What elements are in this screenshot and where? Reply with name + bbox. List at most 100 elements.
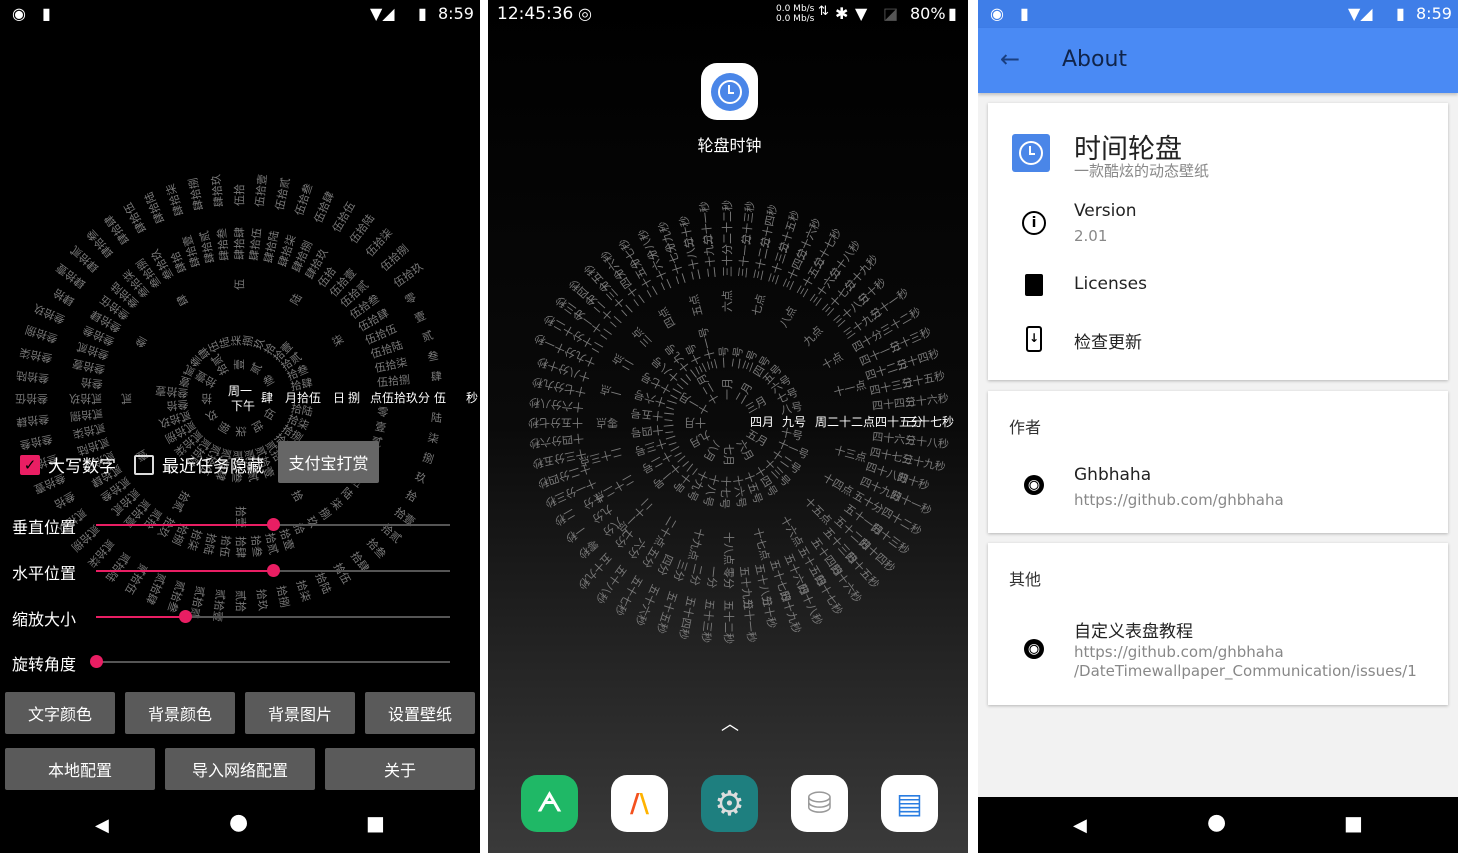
clock-ring-label: 十四分 — [550, 431, 585, 448]
slider-thumb[interactable] — [178, 610, 192, 623]
clock-ring-label: 肆拾伍 — [121, 200, 150, 236]
clock-current-month: 肆 — [261, 391, 274, 405]
check-update-row[interactable]: ↓ 检查更新 — [988, 325, 1448, 355]
clock-ring-label: 二十四秒 — [758, 203, 781, 250]
clock-ring-label: 叁 — [426, 348, 440, 364]
checkbox-unchecked-icon — [134, 454, 154, 475]
app-info-card: 时间轮盘 一款酷炫的动态壁纸 i Version 2.01 Licenses ↓… — [988, 103, 1448, 380]
clock-ring-label: 三十九秒 — [900, 452, 947, 475]
set-wallpaper-button[interactable]: 设置壁纸 — [365, 692, 475, 734]
clock-ring-label: 三十六秒 — [904, 391, 950, 410]
slider-0[interactable]: 垂直位置 — [0, 510, 480, 540]
clock-ring-label: 肆拾玖 — [209, 173, 226, 208]
slider-track[interactable] — [96, 564, 450, 577]
clock-ring-label: 叁拾陆 — [15, 368, 50, 385]
clock-ring-label: 二十秒 — [677, 214, 697, 250]
clock-ring-label: 八点 — [776, 304, 800, 330]
clock-ring-label: 十九秒 — [656, 219, 679, 255]
import-network-config-button[interactable]: 导入网络配置 — [165, 748, 315, 790]
hide-recents-checkbox[interactable]: 最近任务隐藏 — [134, 452, 264, 477]
clock-ring-label: 拾 — [403, 487, 420, 505]
clock-ring-label: 零 — [402, 290, 419, 308]
local-config-button[interactable]: 本地配置 — [5, 748, 155, 790]
author-row[interactable]: ◉ Ghbhaha https://github.com/ghbhaha — [988, 465, 1448, 515]
author-url[interactable]: https://github.com/ghbhaha — [1074, 491, 1284, 510]
slider-thumb[interactable] — [267, 564, 280, 577]
slider-track[interactable] — [90, 655, 450, 668]
slider-1[interactable]: 水平位置 — [0, 556, 480, 586]
clock-ring-label: 零 — [376, 405, 389, 420]
clock-ring-label: 壹 — [412, 309, 428, 326]
slider-track[interactable] — [96, 518, 450, 531]
dock-app-2[interactable]: /\ — [611, 775, 668, 832]
clock-ring-label: 七点 — [749, 292, 768, 318]
recents-icon[interactable]: ■ — [1344, 811, 1363, 835]
slider-3[interactable]: 旋转角度 — [0, 647, 480, 677]
clock-ring-label: 叁拾 — [80, 375, 104, 391]
tutorial-url-line2[interactable]: /DateTimewallpaper_Communication/issues/… — [1074, 662, 1417, 681]
home-icon[interactable]: ● — [1207, 810, 1226, 835]
clock-ring-label: 捌 — [215, 419, 233, 436]
back-icon[interactable]: ◀ — [1073, 815, 1087, 836]
clock-ring-label: 二秒 — [551, 505, 578, 529]
clock-ring-label: 十六分 — [550, 397, 585, 414]
page-title: About — [1062, 47, 1128, 72]
clock-ring-label: 五十四秒 — [675, 594, 698, 641]
phone-download-icon: ↓ — [1026, 326, 1042, 352]
clock-ring-label: 伍拾叁 — [292, 181, 316, 218]
slider-track[interactable] — [96, 610, 450, 623]
text-color-button[interactable]: 文字颜色 — [5, 692, 115, 734]
clock-ring-label: 拾 — [288, 488, 306, 505]
clock-ring-label: 柒 — [234, 426, 247, 437]
clock-ring-label: 贰拾捌 — [69, 406, 104, 423]
slider-thumb[interactable] — [90, 655, 103, 668]
clock-ring-label: 十九点 — [685, 526, 707, 562]
licenses-row[interactable]: Licenses — [988, 271, 1448, 301]
version-row[interactable]: i Version 2.01 — [988, 201, 1448, 251]
dock-app-4[interactable]: ⛁ — [791, 775, 848, 832]
recents-icon[interactable]: ■ — [366, 811, 385, 835]
clock-second-unit: 秒 — [466, 391, 479, 405]
status-time: 8:59 — [1416, 4, 1452, 23]
background-color-button[interactable]: 背景颜色 — [125, 692, 235, 734]
clock-ring-label: 一点 — [598, 382, 624, 401]
clock-ring-label: 叁拾伍 — [15, 392, 48, 405]
slider-fill — [96, 616, 185, 618]
clock-ring-label: 一秒 — [562, 521, 589, 546]
slider-thumb[interactable] — [267, 518, 280, 531]
dock-app-1[interactable]: ᗅ — [521, 775, 578, 832]
clock-ring-label: 二点 — [610, 350, 636, 374]
clock-ring-label: 拾壹 — [193, 367, 219, 391]
slider-fill — [96, 570, 273, 572]
github-icon: ◉ — [1024, 639, 1044, 659]
clock-current-minute: 点伍拾玖分 — [370, 391, 431, 405]
back-icon[interactable]: ◀ — [95, 815, 109, 836]
back-arrow-icon[interactable]: ← — [1000, 45, 1020, 73]
clock-ring-label: 一月 — [721, 378, 734, 400]
dock-app-3[interactable]: ⚙ — [701, 775, 758, 832]
clock-ring-label: 五十一秒 — [740, 598, 759, 644]
clock-ring-label: 零秒 — [575, 536, 601, 562]
clock-ring-label: 五秒 — [531, 453, 556, 471]
clock-current-second: 三十七秒 — [906, 415, 955, 429]
clock-ampm: 下午 — [231, 399, 256, 413]
uppercase-numbers-checkbox[interactable]: ✓ 大写数字 — [20, 452, 116, 477]
about-button[interactable]: 关于 — [325, 748, 475, 790]
alipay-donate-button[interactable]: 支付宝打赏 — [278, 441, 379, 483]
clock-ring-label: 十点 — [819, 349, 846, 373]
clock-ring-label: 叁拾叁 — [18, 432, 54, 452]
clock-ring-label: 叁拾玖 — [31, 301, 68, 327]
app-drawer-chevron-up-icon[interactable]: ︿ — [721, 710, 739, 736]
clock-ring-label: 九点 — [800, 323, 826, 349]
clock-ring-label: 肆拾陆 — [142, 190, 168, 226]
slider-2[interactable]: 缩放大小 — [0, 602, 480, 632]
tutorial-url-line1[interactable]: https://github.com/ghbhaha — [1074, 643, 1284, 662]
home-icon[interactable]: ● — [229, 810, 248, 835]
background-image-button[interactable]: 背景图片 — [245, 692, 355, 734]
clock-ring-label: 一分 — [704, 565, 720, 589]
clock-ring-label: 零点 — [596, 416, 618, 429]
file-explorer-app-icon: ▤ — [896, 787, 923, 820]
clock-ring-label: 二分 — [687, 562, 705, 587]
tutorial-row[interactable]: ◉ 自定义表盘教程 https://github.com/ghbhaha /Da… — [988, 617, 1448, 687]
dock-app-5[interactable]: ▤ — [881, 775, 938, 832]
